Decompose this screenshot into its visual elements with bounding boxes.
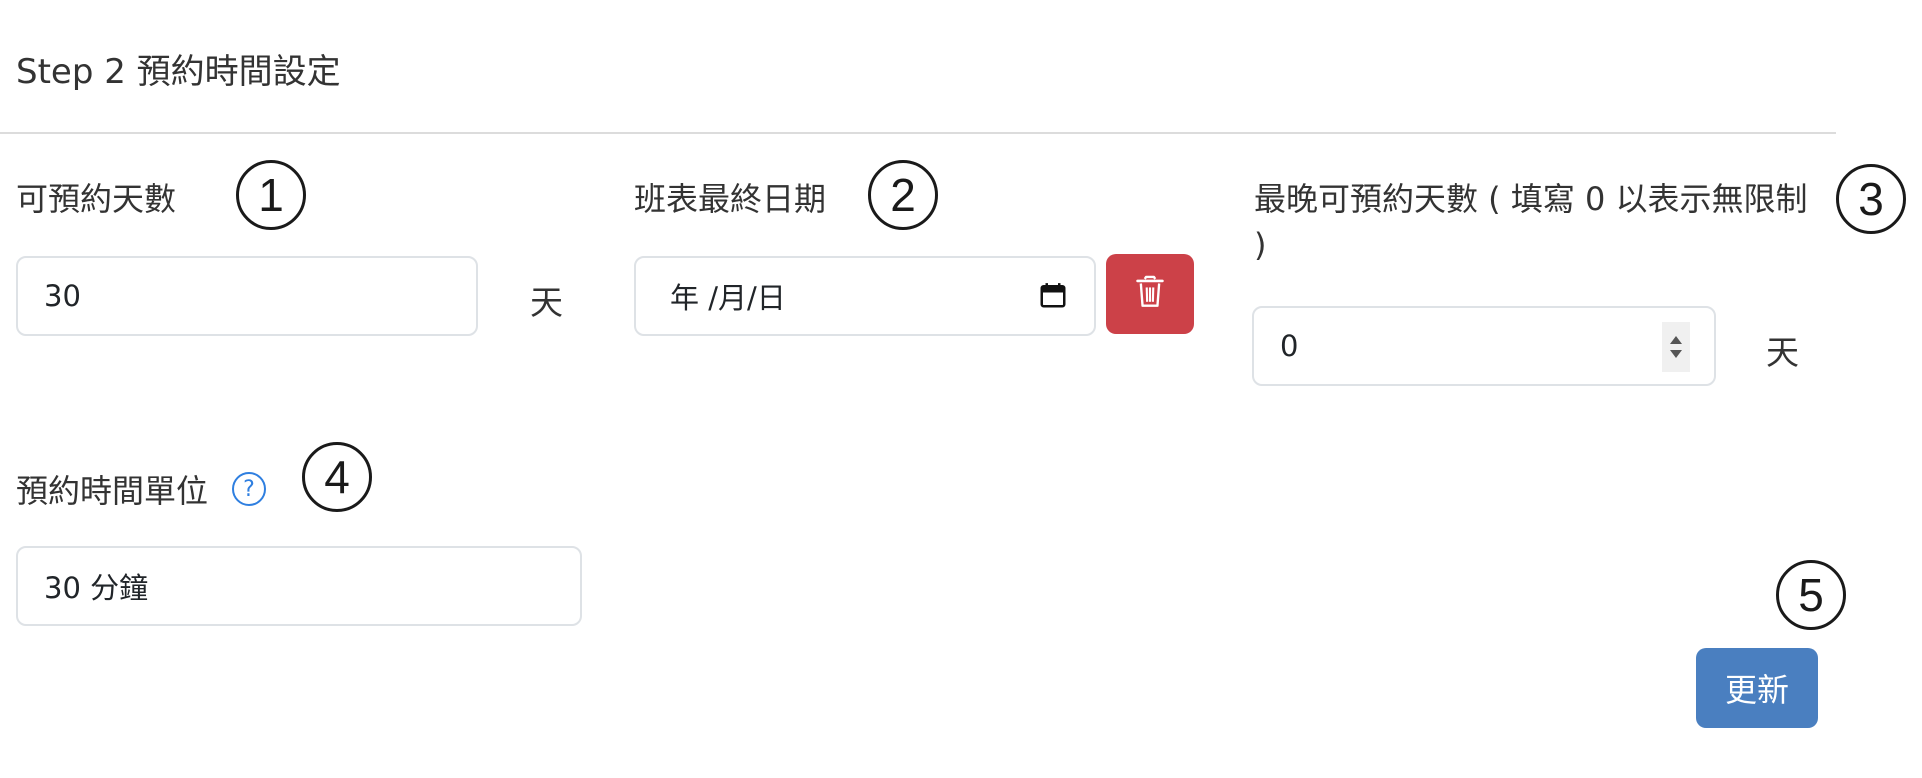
calendar-icon[interactable]	[1038, 280, 1068, 317]
latest-bookable-days-label-cont: )	[1254, 226, 1267, 264]
annotation-badge-2: 2	[868, 160, 938, 230]
date-placeholder: 年 /月/日	[670, 281, 786, 315]
section-divider	[0, 132, 1836, 134]
latest-bookable-days-input[interactable]: 0	[1252, 306, 1716, 386]
stepper-down-icon[interactable]	[1670, 350, 1682, 358]
schedule-end-date-label: 班表最終日期	[634, 180, 827, 218]
help-icon[interactable]: ?	[232, 472, 266, 506]
trash-icon	[1134, 275, 1166, 313]
bookable-days-input[interactable]: 30	[16, 256, 478, 336]
time-unit-select[interactable]: 30 分鐘	[16, 546, 582, 626]
latest-bookable-days-label: 最晚可預約天數 ( 填寫 0 以表示無限制	[1254, 180, 1808, 218]
time-unit-label: 預約時間單位	[16, 472, 209, 510]
bookable-days-value: 30	[44, 279, 81, 313]
latest-bookable-days-value: 0	[1280, 329, 1299, 363]
annotation-badge-4: 4	[302, 442, 372, 512]
schedule-end-date-input[interactable]: 年 /月/日	[634, 256, 1096, 336]
clear-date-button[interactable]	[1106, 254, 1194, 334]
annotation-badge-3: 3	[1836, 164, 1906, 234]
annotation-badge-1: 1	[236, 160, 306, 230]
number-stepper[interactable]	[1662, 322, 1690, 372]
annotation-badge-5: 5	[1776, 560, 1846, 630]
stepper-up-icon[interactable]	[1670, 336, 1682, 344]
update-button[interactable]: 更新	[1696, 648, 1818, 728]
latest-bookable-days-unit: 天	[1766, 333, 1799, 372]
section-title: Step 2 預約時間設定	[16, 52, 341, 92]
bookable-days-unit: 天	[530, 283, 563, 322]
bookable-days-label: 可預約天數	[16, 180, 177, 218]
time-unit-value: 30 分鐘	[44, 571, 149, 605]
